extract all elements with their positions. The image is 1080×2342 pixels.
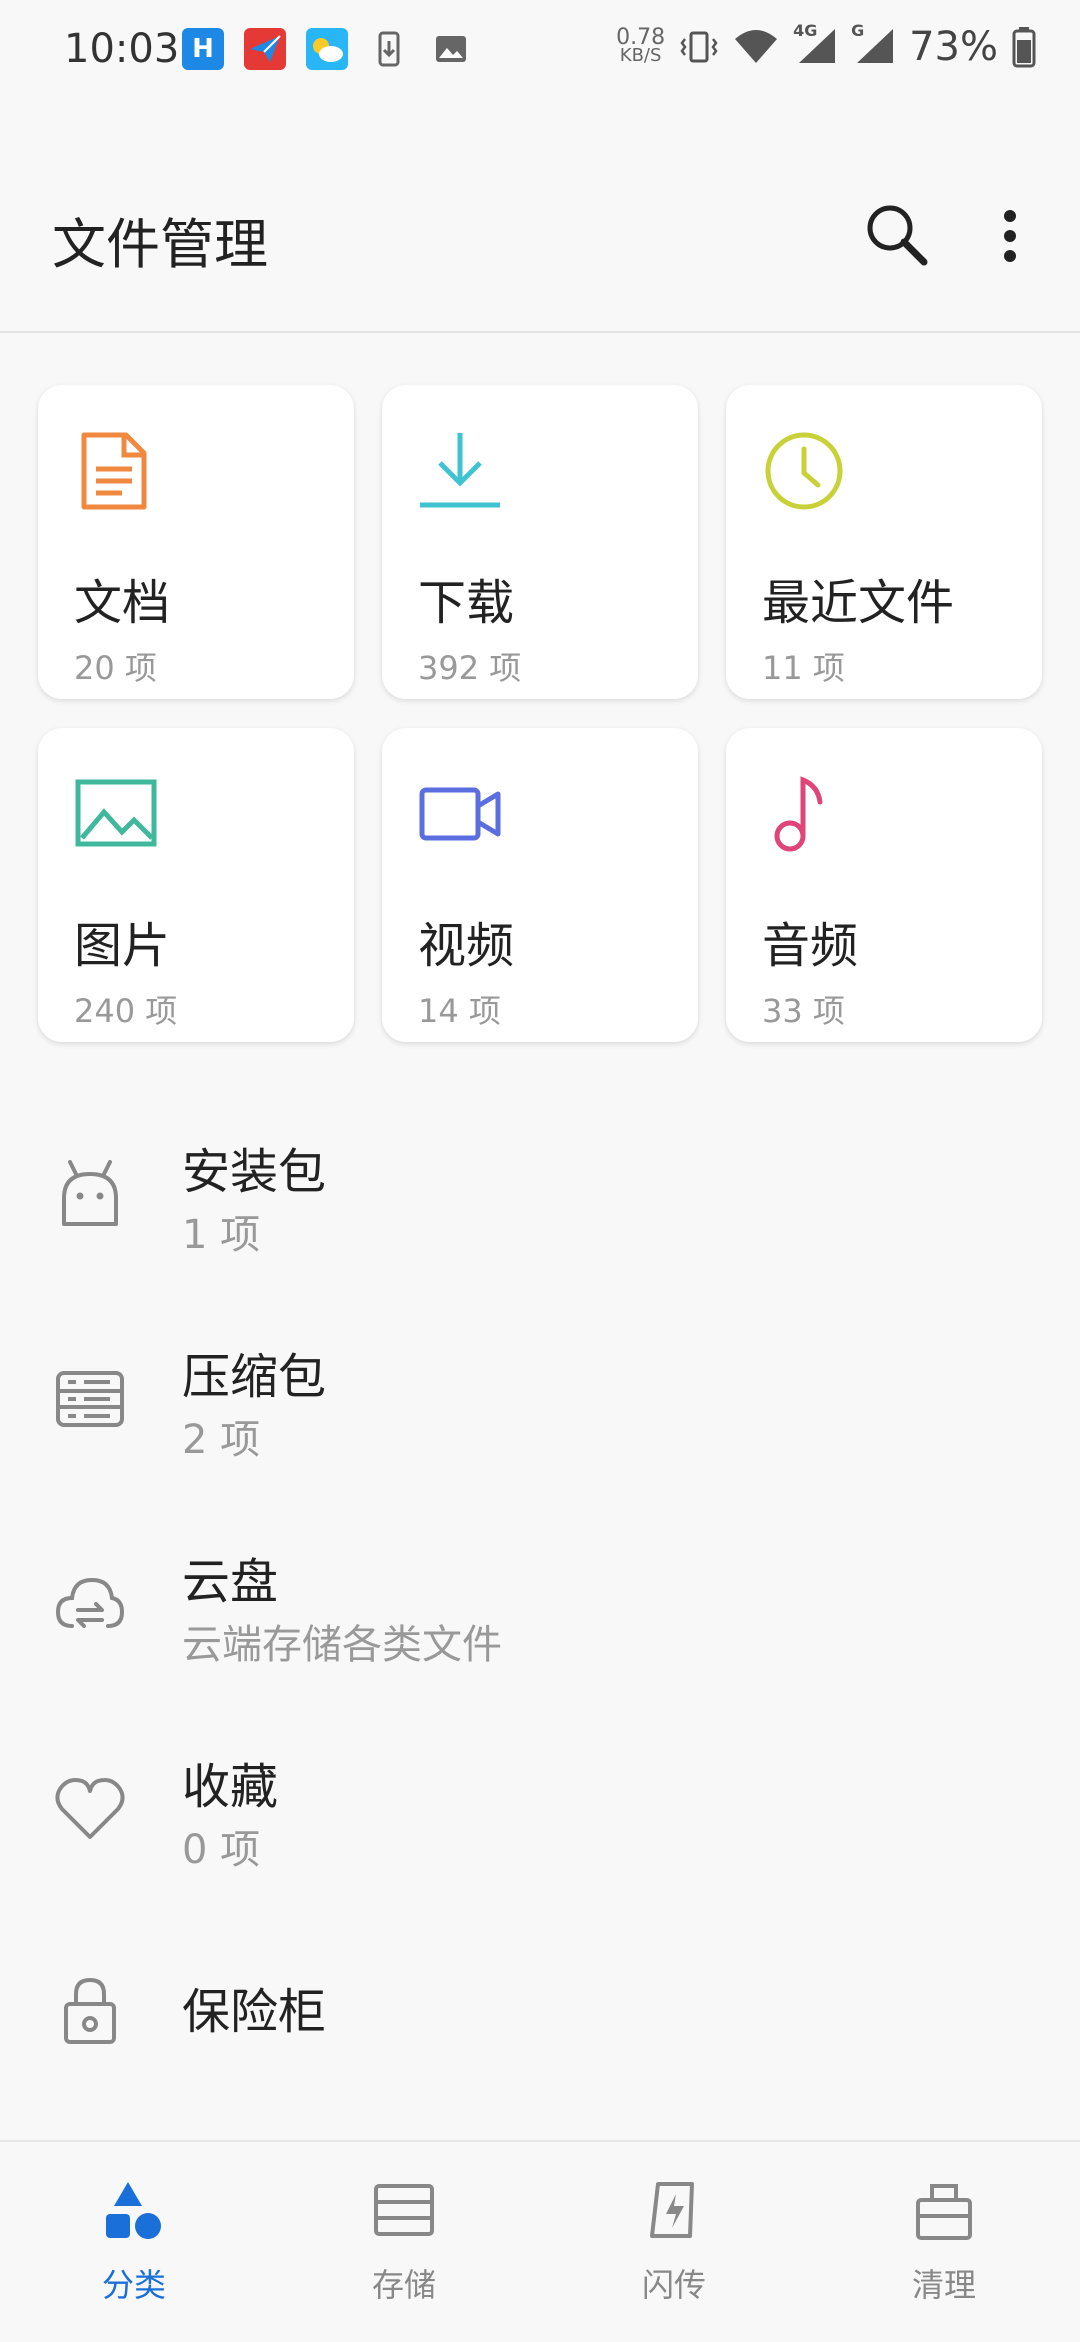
category-title: 下载 [418,575,515,631]
list-item-subtitle: 0 项 [182,1827,261,1873]
list-item-safe[interactable]: 保险柜 [0,1910,1080,2110]
download-icon [420,433,500,508]
nav-tab-flash-transfer[interactable]: 闪传 [574,2178,774,2318]
category-title: 视频 [418,918,515,974]
lock-icon [64,1977,116,2044]
list-item-subtitle: 2 项 [182,1417,261,1463]
search-button[interactable] [858,196,938,276]
category-title: 图片 [74,918,171,974]
android-icon [62,1160,118,1226]
more-vert-icon [1004,210,1016,262]
notification-icons: H [182,28,472,70]
category-count: 33 项 [762,992,845,1030]
document-icon [81,432,147,510]
image-icon [75,779,157,847]
category-title: 最近文件 [762,575,955,631]
archive-icon [56,1371,124,1427]
wifi-icon [735,30,778,63]
nav-label: 清理 [911,2266,976,2304]
list-item-title: 收藏 [182,1759,279,1815]
category-card-images[interactable]: 图片 240 项 [38,728,354,1042]
clock-icon [765,432,843,510]
nav-label: 分类 [101,2266,166,2304]
download-status-icon [368,28,410,70]
category-card-recent[interactable]: 最近文件 11 项 [726,385,1042,699]
vibrate-icon [680,31,718,63]
list-item-subtitle: 云端存储各类文件 [182,1622,502,1668]
list-item-title: 安装包 [182,1144,327,1200]
category-title: 文档 [74,575,171,631]
flash-transfer-icon [650,2182,694,2238]
search-icon [867,205,928,266]
network-speed: 0.78 KB/S [616,25,666,66]
status-bar: 10:03 H 0.78 KB/S 4G G 73% [0,0,1080,100]
bottom-navigation: 分类 存储 闪传 清理 [0,2140,1080,2342]
list-item-archive[interactable]: 压缩包 2 项 [0,1295,1080,1495]
list-item-apk[interactable]: 安装包 1 项 [0,1090,1080,1290]
storage-icon [374,2184,434,2236]
category-icon [106,2182,161,2239]
signal-4g-icon: 4G [793,21,837,69]
nav-label: 闪传 [641,2266,706,2304]
category-count: 14 项 [418,992,501,1030]
category-count: 20 项 [74,649,157,687]
category-card-audio[interactable]: 音频 33 项 [726,728,1042,1042]
category-count: 11 项 [762,649,845,687]
nav-label: 存储 [371,2266,436,2304]
app-bar-divider [0,331,1080,333]
battery-percent: 73% [909,24,998,70]
signal-g-icon: G [851,21,895,69]
image-status-icon [430,28,472,70]
list-item-subtitle: 1 项 [182,1212,261,1258]
category-count: 240 项 [74,992,178,1030]
mail-app-icon [244,28,286,70]
page-title: 文件管理 [52,213,268,276]
nav-tab-clean[interactable]: 清理 [844,2178,1044,2318]
clean-icon [916,2184,972,2240]
list-item-title: 云盘 [182,1554,279,1610]
heart-icon [55,1778,125,1839]
battery-icon [1012,27,1036,68]
status-right: 0.78 KB/S 4G G 73% [616,21,1036,70]
category-card-documents[interactable]: 文档 20 项 [38,385,354,699]
list-item-title: 压缩包 [182,1349,327,1405]
weather-icon [306,28,348,70]
list-item-favorites[interactable]: 收藏 0 项 [0,1705,1080,1905]
more-options-button[interactable] [980,196,1040,276]
category-title: 音频 [762,918,859,974]
list-item-title: 保险柜 [182,1984,327,2040]
huawei-h-icon: H [182,28,224,70]
category-card-downloads[interactable]: 下载 392 项 [382,385,698,699]
video-icon [419,787,501,841]
nav-tab-storage[interactable]: 存储 [304,2178,504,2318]
category-card-videos[interactable]: 视频 14 项 [382,728,698,1042]
status-time: 10:03 [64,26,180,72]
category-count: 392 项 [418,649,522,687]
nav-tab-category[interactable]: 分类 [34,2178,234,2318]
cloud-icon [55,1577,125,1628]
list-item-cloud[interactable]: 云盘 云端存储各类文件 [0,1500,1080,1700]
music-icon [774,776,823,852]
